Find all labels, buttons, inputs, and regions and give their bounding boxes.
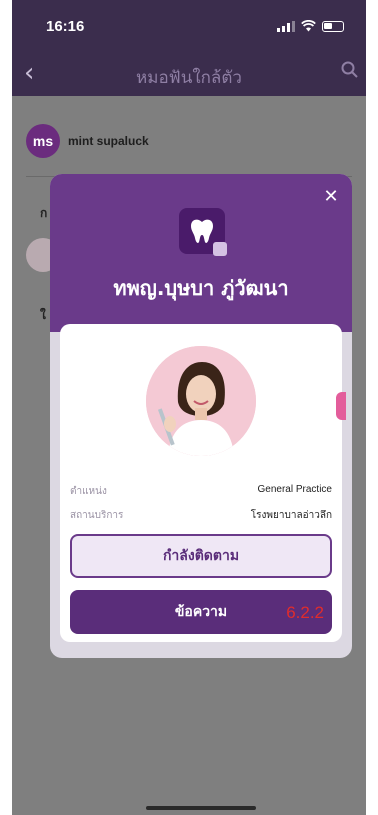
doctor-profile-modal: ✕ ทพญ.บุษบา ภู่วัฒนา ตำแหน่ง General Pra… <box>50 174 352 658</box>
signal-icon <box>277 20 295 32</box>
user-name: mint supaluck <box>68 134 149 148</box>
phone-screen: 16:16 ‹ หมอฟันใกล้ตัว ms mint supaluck ก… <box>12 0 366 815</box>
background-text-fragment: ใ <box>40 308 46 322</box>
info-row-facility: สถานบริการ โรงพยาบาลอ่าวลึก <box>70 508 332 523</box>
decorative-accent <box>336 392 346 420</box>
doctor-photo <box>146 346 256 456</box>
status-icons <box>277 20 344 32</box>
page-title: หมอฟันใกล้ตัว <box>136 68 242 88</box>
info-row-position: ตำแหน่ง General Practice <box>70 484 332 499</box>
doctor-name: ทพญ.บุษบา ภู่วัฒนา <box>113 276 289 300</box>
tooth-icon <box>179 208 227 256</box>
battery-icon <box>322 20 344 32</box>
info-label: ตำแหน่ง <box>70 486 107 497</box>
info-value: General Practice <box>257 484 332 495</box>
modal-header: ✕ ทพญ.บุษบา ภู่วัฒนา <box>50 174 352 332</box>
following-button[interactable]: กำลังติดตาม <box>70 534 332 578</box>
info-label: สถานบริการ <box>70 510 124 521</box>
background-text-fragment: ก <box>40 206 48 220</box>
nav-bar: ‹ หมอฟันใกล้ตัว <box>12 50 366 96</box>
wifi-icon <box>301 20 316 32</box>
home-indicator <box>146 806 256 810</box>
doctor-card: ตำแหน่ง General Practice สถานบริการ โรงพ… <box>60 324 346 642</box>
version-tag: 6.2.2 <box>286 603 324 622</box>
status-time: 16:16 <box>46 18 85 35</box>
close-button[interactable]: ✕ <box>320 186 342 208</box>
avatar: ms <box>26 124 60 158</box>
search-icon[interactable] <box>340 60 360 80</box>
info-value: โรงพยาบาลอ่าวลึก <box>250 510 332 521</box>
status-bar: 16:16 <box>12 0 366 50</box>
user-row[interactable]: ms mint supaluck <box>26 124 149 158</box>
